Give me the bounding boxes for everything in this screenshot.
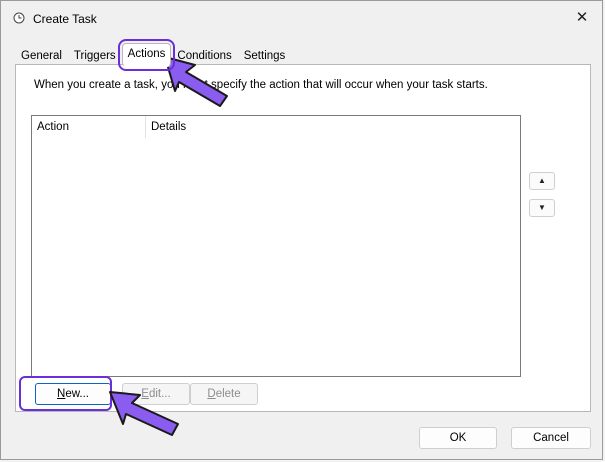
chevron-up-icon: ▲	[538, 176, 546, 185]
ok-button[interactable]: OK	[419, 427, 497, 449]
actions-intro-text: When you create a task, you must specify…	[34, 79, 488, 91]
tab-strip: General Triggers Actions Conditions Sett…	[15, 39, 292, 71]
actions-tab-panel: When you create a task, you must specify…	[15, 64, 591, 412]
cancel-button[interactable]: Cancel	[511, 427, 591, 449]
clock-icon	[13, 12, 25, 24]
tab-general[interactable]: General	[15, 45, 68, 65]
list-header: Action Details	[32, 116, 520, 138]
move-down-button[interactable]: ▼	[529, 199, 555, 217]
tab-conditions[interactable]: Conditions	[171, 45, 237, 65]
delete-action-button[interactable]: Delete	[190, 383, 258, 405]
chevron-down-icon: ▼	[538, 203, 546, 212]
column-header-details[interactable]: Details	[146, 116, 520, 138]
close-icon: ✕	[575, 9, 589, 26]
create-task-dialog: Create Task ✕ General Triggers Actions C…	[0, 0, 603, 460]
tab-triggers[interactable]: Triggers	[68, 45, 122, 65]
column-header-action[interactable]: Action	[32, 116, 146, 138]
actions-list[interactable]: Action Details	[31, 115, 521, 377]
edit-action-button[interactable]: Edit...	[122, 383, 190, 405]
tab-settings[interactable]: Settings	[238, 45, 292, 65]
move-up-button[interactable]: ▲	[529, 172, 555, 190]
window-title: Create Task	[33, 12, 97, 26]
tab-actions[interactable]: Actions	[117, 39, 176, 71]
new-action-button[interactable]: New...	[35, 383, 111, 405]
title-bar: Create Task ✕	[1, 1, 602, 35]
close-button[interactable]: ✕	[568, 7, 596, 29]
